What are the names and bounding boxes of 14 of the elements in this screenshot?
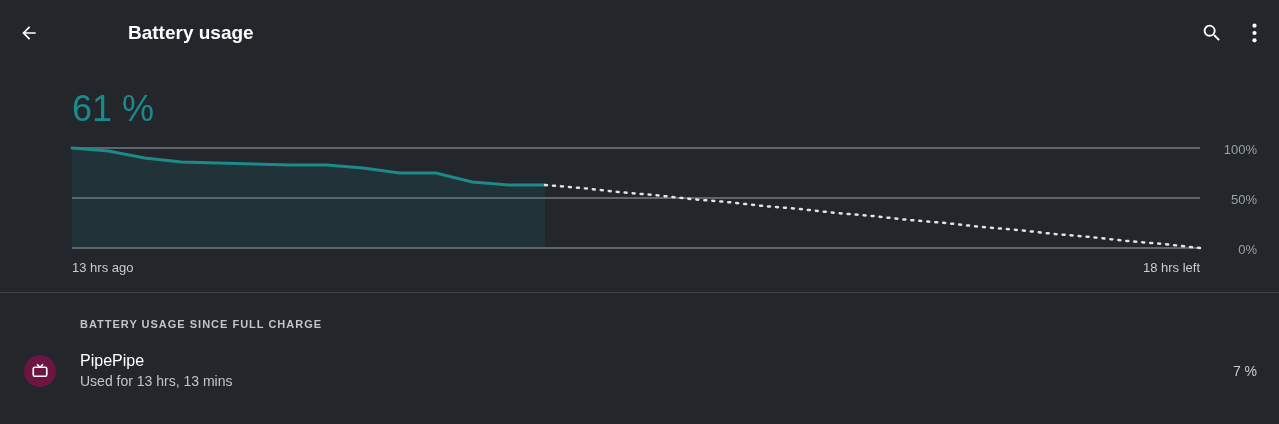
section-header: BATTERY USAGE SINCE FULL CHARGE [80, 318, 324, 330]
usage-percentage: 7 % [1232, 362, 1257, 379]
usage-duration: Used for 13 hrs, 13 mins [80, 373, 234, 389]
axis-tick-label: 100% [1222, 141, 1257, 157]
axis-tick-label: 0% [1237, 241, 1257, 257]
search-icon [1201, 22, 1223, 44]
more-vertical-icon [1251, 23, 1257, 43]
time-left-label: 18 hrs left [1142, 260, 1200, 275]
page-title: Battery usage [128, 22, 255, 44]
tv-icon [31, 361, 49, 380]
start-time-label: 13 hrs ago [72, 260, 134, 275]
axis-tick-label: 50% [1229, 191, 1257, 207]
battery-percentage: 61 % [72, 88, 156, 130]
app-name: PipePipe [80, 352, 146, 370]
